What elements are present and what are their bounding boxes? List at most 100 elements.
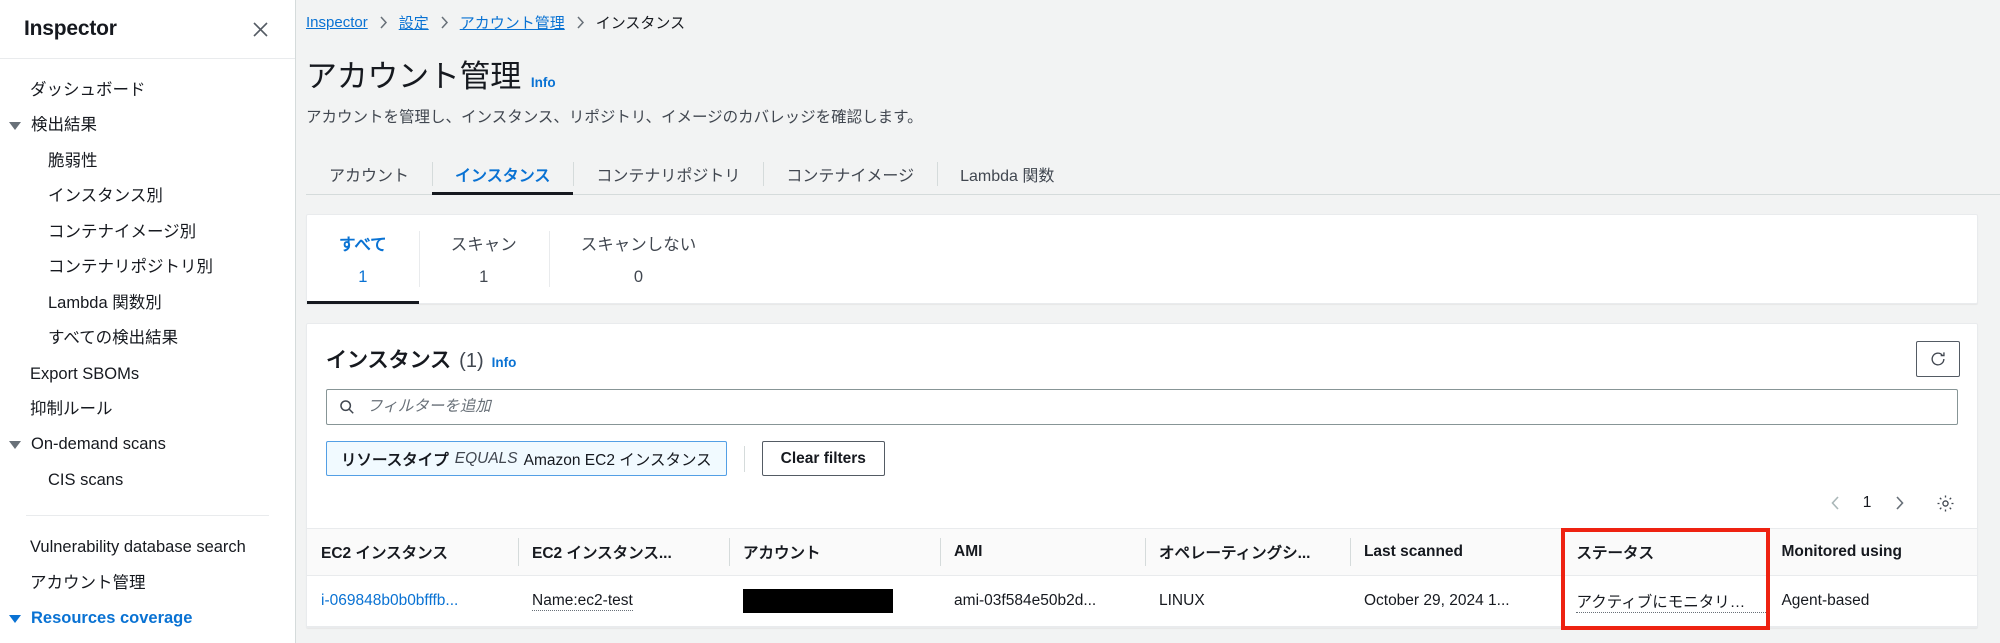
tab-4[interactable]: Lambda 関数 <box>937 154 1077 194</box>
column-header-3[interactable]: AMI <box>940 528 1145 576</box>
tab-1[interactable]: インスタンス <box>432 154 574 195</box>
sidebar: Inspector ダッシュボード 検出結果脆弱性インスタンス別コンテナイメージ別… <box>0 0 296 643</box>
cell-os: LINUX <box>1145 575 1350 627</box>
filter-search-wrapper <box>307 377 1977 425</box>
column-header-2[interactable]: アカウント <box>729 528 941 576</box>
counter-value: 1 <box>358 268 368 286</box>
filter-search-box[interactable] <box>326 389 1958 425</box>
tab-2[interactable]: コンテナリポジトリ <box>573 154 763 194</box>
column-header-0[interactable]: EC2 インスタンス <box>307 528 519 576</box>
tab-3[interactable]: コンテナイメージ <box>763 154 937 194</box>
sidebar-title: Inspector <box>24 17 117 40</box>
sidebar-item-16[interactable]: EC2 instances <box>0 637 295 643</box>
refresh-button[interactable] <box>1916 341 1960 377</box>
counter-label: すべて <box>339 236 387 254</box>
sidebar-item-13[interactable]: Vulnerability database search <box>0 530 295 565</box>
sidebar-item-label: 脆弱性 <box>48 151 98 170</box>
sidebar-item-label: アカウント管理 <box>30 573 146 592</box>
column-header-5[interactable]: Last scanned <box>1349 528 1563 576</box>
tab-label: インスタンス <box>455 168 551 185</box>
chevron-down-icon[interactable] <box>9 122 21 131</box>
table-toolbar: インスタンス (1) Info <box>307 324 1977 377</box>
sidebar-item-5[interactable]: コンテナリポジトリ別 <box>0 250 295 285</box>
filter-token-value: Amazon EC2 インスタンス <box>523 451 712 469</box>
tab-0[interactable]: アカウント <box>306 154 432 194</box>
sidebar-item-10[interactable]: On-demand scans <box>0 427 295 462</box>
sidebar-item-label: Export SBOMs <box>30 364 140 383</box>
chevron-left-icon[interactable] <box>1818 486 1852 520</box>
main-content: Inspector 設定 アカウント管理 インスタンス アカウント管理 Info アカ… <box>296 0 2000 643</box>
sidebar-item-3[interactable]: インスタンス別 <box>0 179 295 214</box>
instances-table-card: インスタンス (1) Info フィルターを追加 リソースタイプ EQUALS … <box>306 323 1978 630</box>
column-header-1[interactable]: EC2 インスタンス... <box>518 528 730 576</box>
app-root: Inspector ダッシュボード 検出結果脆弱性インスタンス別コンテナイメージ別… <box>0 0 2000 643</box>
sidebar-item-4[interactable]: コンテナイメージ別 <box>0 215 295 250</box>
breadcrumb-item-2[interactable]: アカウント管理 <box>460 12 565 33</box>
breadcrumb-item-3: インスタンス <box>595 15 686 32</box>
pagination-row: 1 <box>307 476 1977 528</box>
sidebar-item-15[interactable]: Resources coverage <box>0 601 295 636</box>
page-title: アカウント管理 <box>306 59 521 94</box>
clear-filters-button[interactable]: Clear filters <box>761 441 885 476</box>
table-info-link[interactable]: Info <box>492 355 517 370</box>
chevron-down-icon[interactable] <box>9 614 21 623</box>
cell-last-scanned: October 29, 2024 1... <box>1349 575 1563 627</box>
filter-token-resource-type[interactable]: リソースタイプ EQUALS Amazon EC2 インスタンス <box>326 441 727 476</box>
sidebar-item-1[interactable]: 検出結果 <box>0 108 295 143</box>
sidebar-item-7[interactable]: すべての検出結果 <box>0 321 295 356</box>
counter-value: 0 <box>633 268 644 286</box>
tab-bar: アカウント インスタンス コンテナリポジトリ コンテナイメージ Lambda 関数 <box>306 154 2000 195</box>
table-title: インスタンス <box>326 349 452 372</box>
filter-token-operator: EQUALS <box>454 449 518 467</box>
filter-divider <box>743 445 745 472</box>
tab-label: アカウント <box>329 168 410 185</box>
tab-label: Lambda 関数 <box>960 168 1055 185</box>
sidebar-item-label: コンテナリポジトリ別 <box>48 258 213 277</box>
counter-0[interactable]: すべて 1 <box>307 215 419 304</box>
sidebar-item-label: Vulnerability database search <box>30 538 246 557</box>
chevron-down-icon[interactable] <box>9 441 21 450</box>
breadcrumb-item-0[interactable]: Inspector <box>306 14 368 31</box>
sidebar-nav: ダッシュボード 検出結果脆弱性インスタンス別コンテナイメージ別 コンテナリポジトリ別… <box>0 59 295 643</box>
search-input[interactable] <box>365 397 1945 417</box>
table-count: (1) <box>459 350 484 372</box>
chevron-right-icon <box>576 16 585 29</box>
breadcrumb-item-1[interactable]: 設定 <box>399 12 429 33</box>
counter-label: スキャンしない <box>580 236 697 254</box>
sidebar-item-label: On-demand scans <box>31 435 166 454</box>
instance-id-link[interactable]: i-069848b0b0bfffb... <box>321 592 458 609</box>
sidebar-item-label: Resources coverage <box>31 609 193 628</box>
page-info-link[interactable]: Info <box>531 75 556 90</box>
chevron-right-icon[interactable] <box>1882 486 1916 520</box>
instance-name-value: Name:ec2-test <box>532 592 633 611</box>
table-header-row: EC2 インスタンス EC2 インスタンス... アカウント AMI オペレーティングシ… <box>307 528 1977 576</box>
status-badge: アクティブにモニタリング中 <box>1576 594 1768 613</box>
sidebar-item-11[interactable]: CIS scans <box>0 463 295 498</box>
tab-label: コンテナリポジトリ <box>596 168 741 185</box>
table-row: i-069848b0b0bfffb... Name:ec2-test ami-03f… <box>307 575 1977 627</box>
counter-1[interactable]: スキャン 1 <box>418 215 549 303</box>
sidebar-item-6[interactable]: Lambda 関数別 <box>0 286 295 321</box>
sidebar-item-0[interactable]: ダッシュボード <box>0 73 295 108</box>
sidebar-item-2[interactable]: 脆弱性 <box>0 144 295 179</box>
sidebar-item-8[interactable]: Export SBOMs <box>0 357 295 392</box>
active-filters-row: リソースタイプ EQUALS Amazon EC2 インスタンス Clear f… <box>307 425 1977 476</box>
filter-token-key: リソースタイプ <box>341 451 449 469</box>
cell-instance-name: Name:ec2-test <box>518 575 730 627</box>
sidebar-item-9[interactable]: 抑制ルール <box>0 392 295 427</box>
gear-icon[interactable] <box>1928 486 1962 520</box>
cell-account <box>729 575 941 627</box>
counter-2[interactable]: スキャンしない 0 <box>548 215 729 303</box>
column-header-6[interactable]: ステータス <box>1562 528 1768 576</box>
sidebar-divider <box>26 515 269 517</box>
sidebar-item-label: コンテナイメージ別 <box>48 222 197 241</box>
pagination-page-1[interactable]: 1 <box>1852 488 1882 518</box>
chevron-right-icon <box>440 16 449 29</box>
sidebar-item-label: 抑制ルール <box>30 399 113 418</box>
close-icon[interactable] <box>247 16 273 42</box>
redacted-account <box>743 589 894 613</box>
sidebar-header: Inspector <box>0 0 295 59</box>
column-header-7[interactable]: Monitored using <box>1767 528 1977 576</box>
column-header-4[interactable]: オペレーティングシ... <box>1145 528 1350 576</box>
sidebar-item-14[interactable]: アカウント管理 <box>0 566 295 601</box>
